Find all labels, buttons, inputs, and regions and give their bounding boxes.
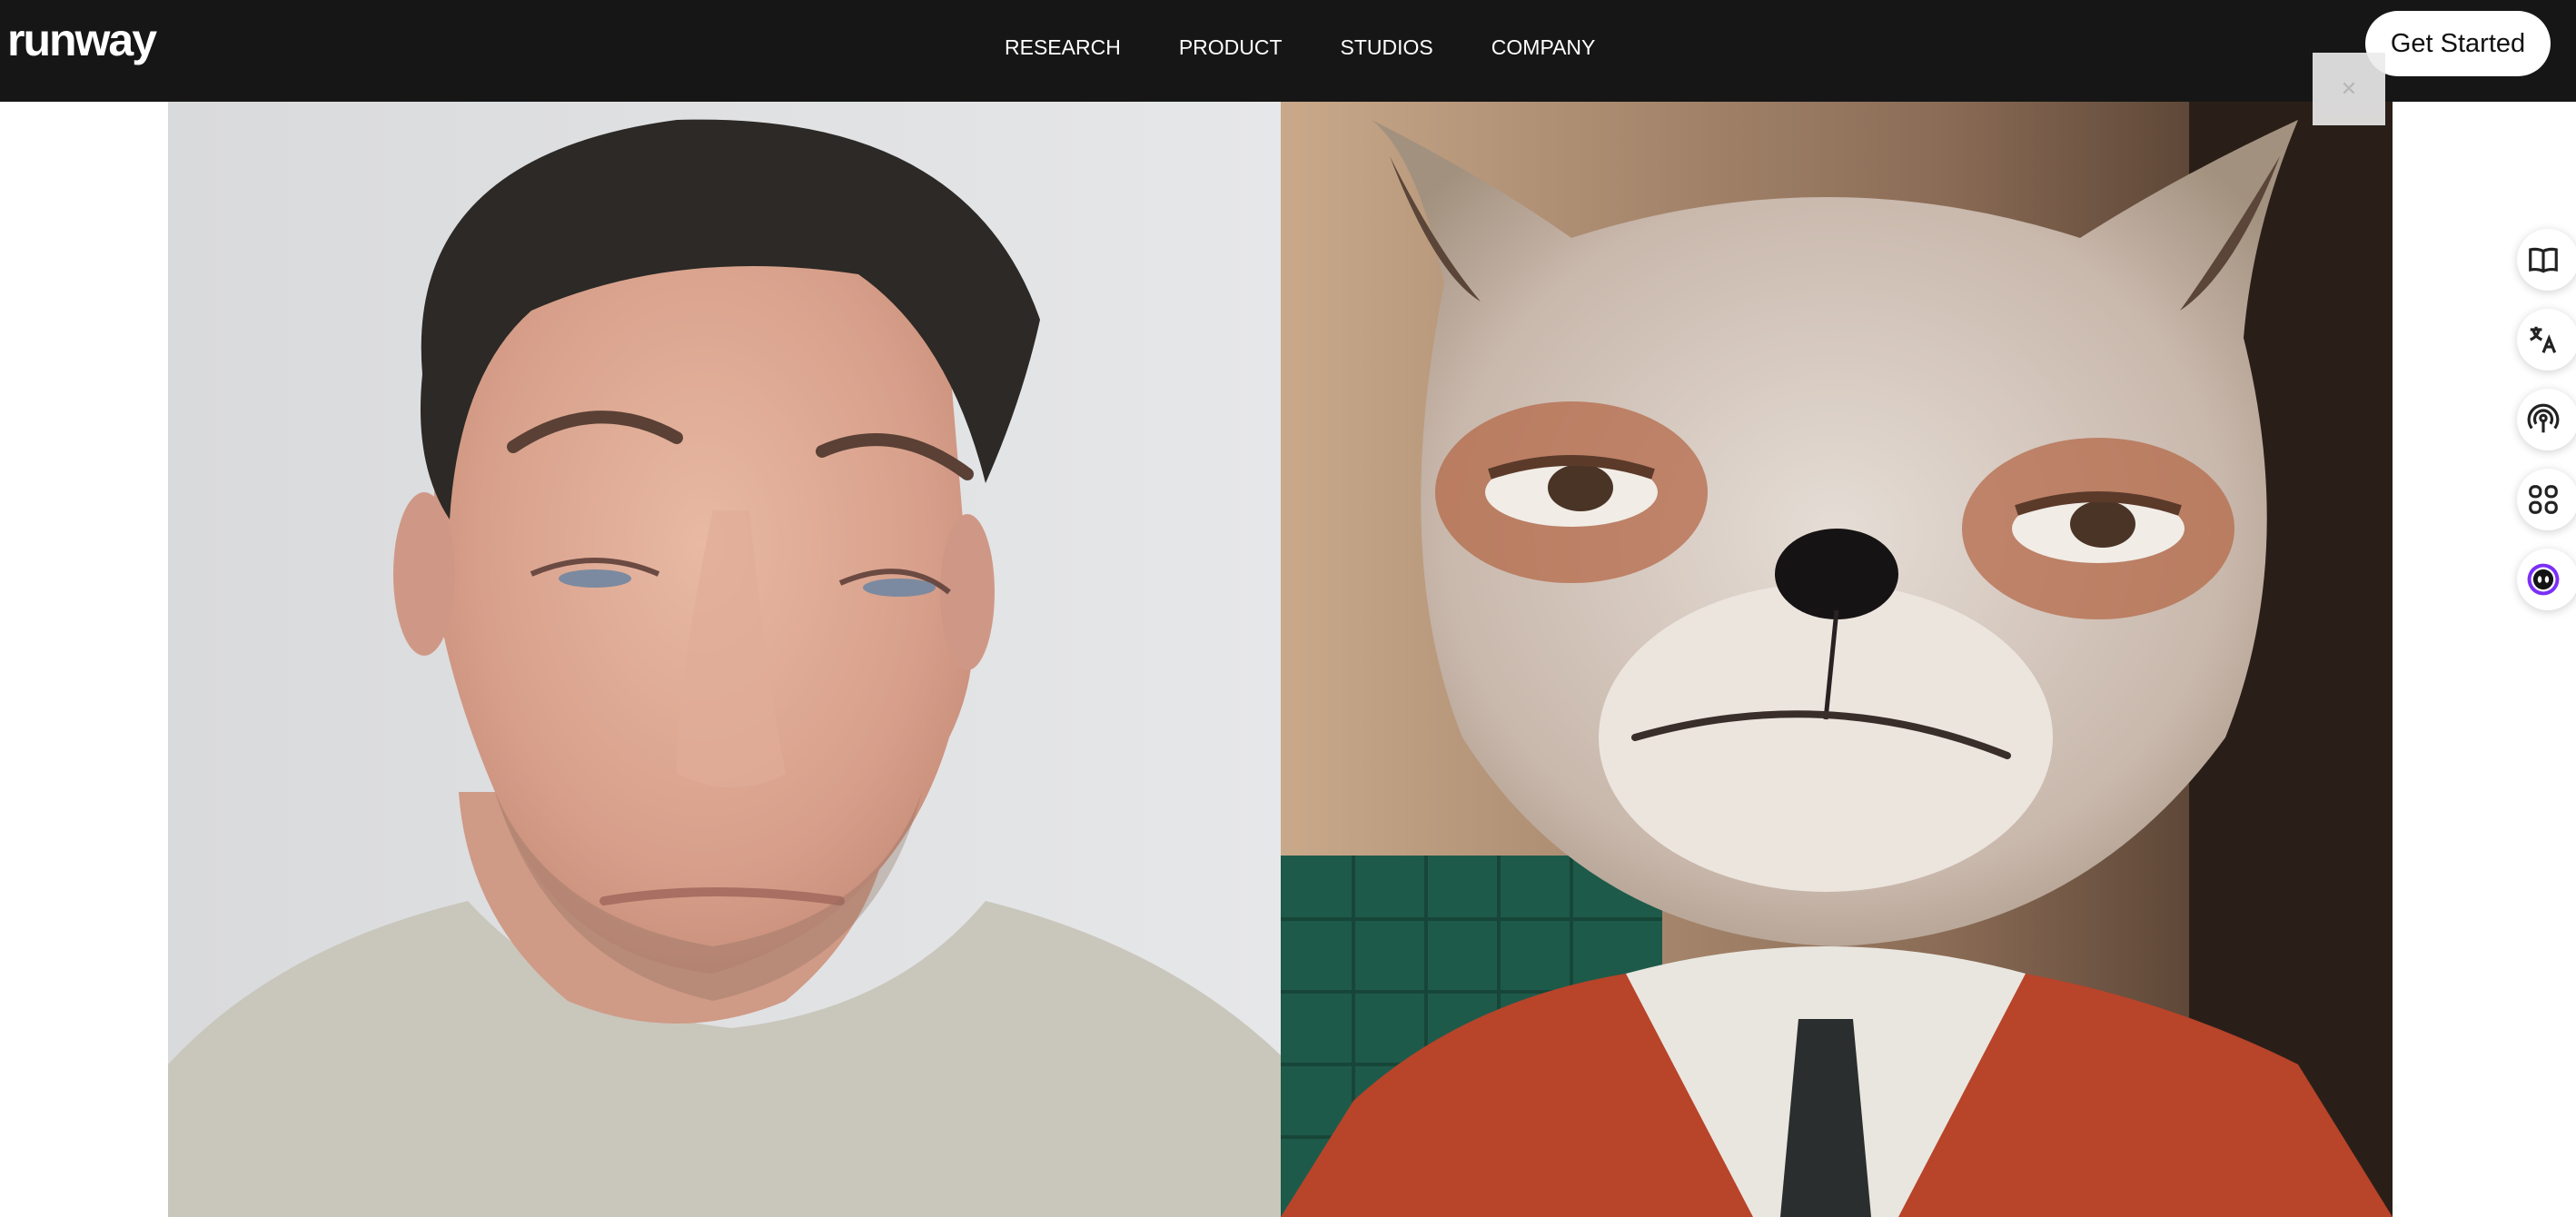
apps-grid-icon [2529, 485, 2558, 514]
assistant-tool-button[interactable] [2517, 549, 2576, 610]
source-video-person [168, 102, 1281, 1217]
top-navigation-bar: runway RESEARCH PRODUCT STUDIOS COMPANY … [0, 0, 2576, 102]
side-toolbar [2517, 229, 2576, 628]
podcast-icon [2527, 403, 2560, 433]
nav-product[interactable]: PRODUCT [1179, 31, 1283, 64]
assistant-icon [2527, 563, 2560, 596]
nav-research[interactable]: RESEARCH [1005, 31, 1121, 64]
get-started-button[interactable]: Get Started [2365, 11, 2551, 76]
podcast-tool-button[interactable] [2517, 389, 2576, 450]
book-icon [2529, 247, 2558, 273]
apps-tool-button[interactable] [2517, 469, 2576, 530]
runway-logo[interactable]: runway [7, 13, 157, 67]
translate-tool-button[interactable] [2517, 309, 2576, 371]
video-close-icon[interactable]: ✕ [2313, 53, 2385, 125]
nav-studios[interactable]: STUDIOS [1341, 31, 1433, 64]
generated-video-fox [1281, 102, 2393, 1217]
translate-icon [2530, 326, 2557, 353]
nav-company[interactable]: COMPANY [1491, 31, 1596, 64]
main-nav: RESEARCH PRODUCT STUDIOS COMPANY [1005, 31, 1653, 64]
book-tool-button[interactable] [2517, 229, 2576, 291]
